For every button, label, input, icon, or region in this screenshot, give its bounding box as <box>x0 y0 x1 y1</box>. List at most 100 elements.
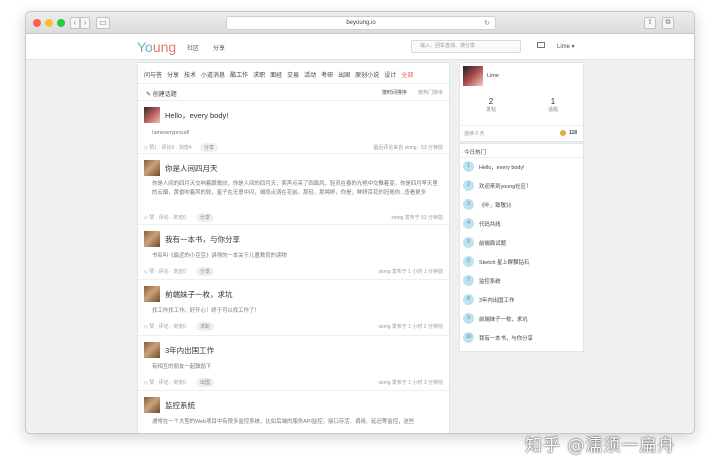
hot-title[interactable]: Sketch 星上群飘钻石 <box>479 258 529 266</box>
hot-title[interactable]: Hello，every body! <box>479 163 525 171</box>
category-qa[interactable]: 问与答 <box>144 73 162 79</box>
create-topic-button[interactable]: ✎ 创建话题 <box>146 89 177 98</box>
logo-part-b: ung <box>152 39 177 55</box>
topic-title[interactable]: 你是人间四月天 <box>165 163 218 174</box>
topic-meta: ◇ 赞 · 评论 · 浏览0 <box>144 324 186 330</box>
sort-by-time[interactable]: 按时间排序 <box>382 89 407 96</box>
address-bar[interactable]: beyoung.io ↻ <box>226 16 496 30</box>
topic-tag[interactable]: 分享 <box>200 143 219 152</box>
topic-item[interactable]: 3年内出国工作 有相互的朋友一起鼓励下 ◇ 赞 · 评论 · 浏览0 出国 xi… <box>138 336 449 391</box>
topic-tag[interactable]: 求职 <box>196 322 215 331</box>
avatar[interactable] <box>144 107 160 123</box>
sidebar-toggle-icon[interactable]: ▭ <box>96 17 110 29</box>
hot-title[interactable]: 代码共线 <box>479 220 501 228</box>
category-seeking[interactable]: 求职 <box>253 73 265 79</box>
topic-item[interactable]: 我有一本书，与你分享 书名叫《最近的小豆豆》讲得的一本关于儿童教育的读物 ◇ 赞… <box>138 225 449 280</box>
hot-item[interactable]: 3 《叶，致敬》》 <box>463 198 581 212</box>
user-menu[interactable]: Lime ▾ <box>557 43 575 50</box>
topic-tag[interactable]: 出国 <box>196 378 215 387</box>
topic-meta: ◇ 赞 · 评论 · 浏览0 <box>144 380 186 386</box>
minimize-window-button[interactable] <box>45 19 53 27</box>
hot-item[interactable]: 5 前端面试题 <box>463 236 581 250</box>
category-tech[interactable]: 技术 <box>184 73 196 79</box>
topic-title[interactable]: 监控系统 <box>165 400 195 411</box>
topic-meta: ◇ 赞1 · 评论0 · 浏览4 <box>144 145 192 151</box>
topic-item[interactable]: 你是人间四月天 你是人间的四月天交响着跟歌欣，你是人间的四月天，笑声点亮了四面风… <box>138 154 449 225</box>
topic-title[interactable]: 3年内出国工作 <box>165 345 214 356</box>
maximize-window-button[interactable] <box>57 19 65 27</box>
stat-topics[interactable]: 1 话题 <box>522 97 584 113</box>
hot-title[interactable]: 前端面试题 <box>479 239 506 247</box>
topic-info: xiong 发布于 1 小时 2 分钟前 <box>378 324 443 330</box>
avatar[interactable] <box>144 342 160 358</box>
hot-title[interactable]: 我有一本书，与你分享 <box>479 334 533 342</box>
topic-item[interactable]: Hello，every body! Iameveryproud! ◇ 赞1 · … <box>138 101 449 154</box>
avatar[interactable] <box>463 66 483 86</box>
category-gossip[interactable]: 小道消息 <box>201 73 225 79</box>
avatar[interactable] <box>144 231 160 247</box>
share-icon[interactable]: ⇧ <box>644 17 656 29</box>
topic-excerpt: 你是人间的四月天交响着跟歌欣，你是人间的四月天，笑声点亮了四面风，轻灵在春的光艳… <box>152 181 438 196</box>
category-events[interactable]: 活动 <box>304 73 316 79</box>
hot-rank: 4 <box>463 218 474 229</box>
hot-item[interactable]: 6 Sketch 星上群飘钻石 <box>463 255 581 269</box>
topic-tag[interactable]: 分享 <box>196 267 215 276</box>
site-logo[interactable]: Young <box>137 39 176 55</box>
hot-topics-header: 今日热门 <box>460 144 583 158</box>
profile-card: Lime 2 发帖 1 话题 连续 0 天 118 <box>459 62 584 142</box>
hot-item[interactable]: 8 3年内出国工作 <box>463 293 581 307</box>
topic-item[interactable]: 监控系统 通常在一个大型的Web项目中有很多监控系统，比如后端的服务API监控，… <box>138 391 449 431</box>
category-interview[interactable]: 面经 <box>270 73 282 79</box>
hot-title[interactable]: 3年内出国工作 <box>479 296 514 304</box>
stat-posts[interactable]: 2 发帖 <box>460 97 522 113</box>
category-abroad[interactable]: 出国 <box>338 73 350 79</box>
sort-by-hot[interactable]: 按热门排序 <box>418 89 443 96</box>
category-trade[interactable]: 交易 <box>287 73 299 79</box>
hot-item[interactable]: 1 Hello，every body! <box>463 160 581 174</box>
hot-title[interactable]: 欢迎来到young社区！ <box>479 182 531 190</box>
nav-share[interactable]: 分享 <box>213 43 225 52</box>
hot-rank: 10 <box>463 332 474 343</box>
topic-title[interactable]: 前端妹子一枚，求坑 <box>165 289 233 300</box>
topic-title[interactable]: Hello，every body! <box>165 110 228 121</box>
topic-excerpt: 书名叫《最近的小豆豆》讲得的一本关于儿童教育的读物 <box>152 253 287 259</box>
hot-item[interactable]: 9 前端妹子一枚，求坑 <box>463 312 581 326</box>
forward-icon[interactable]: › <box>80 17 90 29</box>
reload-icon[interactable]: ↻ <box>484 17 490 30</box>
topic-excerpt: 找工作找工作。好开心！终于可以找工作了！ <box>152 308 260 314</box>
hot-item[interactable]: 10 我有一本书，与你分享 <box>463 331 581 345</box>
nav-community[interactable]: 社区 <box>187 43 199 52</box>
avatar[interactable] <box>144 286 160 302</box>
search-input[interactable]: 输入、回车查询、搜分享 <box>411 40 521 53</box>
hot-title[interactable]: 《叶，致敬》》 <box>479 201 514 209</box>
browser-titlebar: ‹ › ▭ beyoung.io ↻ ⇧ ⧉ <box>26 12 694 34</box>
close-window-button[interactable] <box>33 19 41 27</box>
back-icon[interactable]: ‹ <box>70 17 80 29</box>
avatar[interactable] <box>144 397 160 413</box>
topic-excerpt: Iameveryproud! <box>152 130 190 136</box>
category-novel[interactable]: 原创小说 <box>355 73 379 79</box>
category-jobs[interactable]: 酷工作 <box>230 73 248 79</box>
topic-item[interactable]: 前端妹子一枚，求坑 找工作找工作。好开心！终于可以找工作了！ ◇ 赞 · 评论 … <box>138 280 449 336</box>
hot-rank: 3 <box>463 199 474 210</box>
category-all[interactable]: 全部 <box>401 73 413 79</box>
mail-icon[interactable] <box>537 42 545 48</box>
hot-item[interactable]: 2 欢迎来到young社区！ <box>463 179 581 193</box>
hot-title[interactable]: 前端妹子一枚，求坑 <box>479 315 528 323</box>
topic-title[interactable]: 我有一本书，与你分享 <box>165 234 240 245</box>
hot-item[interactable]: 7 监控系统 <box>463 274 581 288</box>
profile-name[interactable]: Lime <box>487 73 499 79</box>
category-exam[interactable]: 考研 <box>321 73 333 79</box>
topic-info: 最后评论来自 xiong · 53 分钟前 <box>373 145 443 151</box>
topic-meta: ◇ 赞 · 评论 · 浏览0 <box>144 215 186 221</box>
category-share[interactable]: 分享 <box>167 73 179 79</box>
topic-info: xiong 发布于 1 小时 3 分钟前 <box>378 380 443 386</box>
avatar[interactable] <box>144 160 160 176</box>
tabs-icon[interactable]: ⧉ <box>662 17 674 29</box>
topic-toolbar: ✎ 创建话题 按时间排序 按热门排序 <box>138 84 449 101</box>
category-design[interactable]: 设计 <box>384 73 396 79</box>
hot-item[interactable]: 4 代码共线 <box>463 217 581 231</box>
hot-title[interactable]: 监控系统 <box>479 277 501 285</box>
topic-tag[interactable]: 分享 <box>196 213 215 222</box>
site-header: Young 社区 分享 输入、回车查询、搜分享 Lime ▾ <box>26 34 694 60</box>
